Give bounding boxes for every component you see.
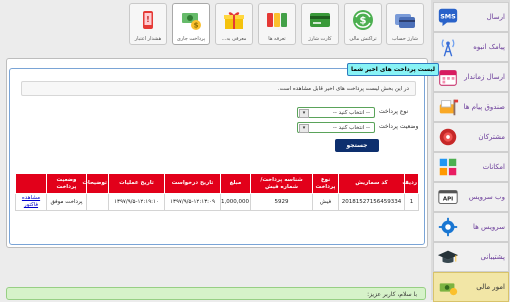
payment-type-select[interactable]: -- انتخاب کنید -- ▾: [297, 107, 375, 118]
toolbar-transactions-button[interactable]: $ تراکنش مالی: [344, 3, 382, 45]
sidebar-item-label: وب سرویس: [468, 193, 505, 201]
sidebar-item-label: پشتیبانی: [480, 253, 505, 261]
sidebar-item-features[interactable]: امکانات: [433, 152, 509, 182]
cell-operation-date: ۱۳۹۷/۹/۵-۱۲:۱۹:۱۰: [108, 193, 165, 211]
sidebar-item-web-service[interactable]: API وب سرویس: [433, 182, 509, 212]
cell-payment-type: فیش: [312, 193, 339, 211]
sidebar: SMS ارسال پیامک انبوه ارسال زماندار صندو…: [431, 0, 510, 302]
sidebar-item-inbox[interactable]: صندوق پیام ها: [433, 92, 509, 122]
sidebar-item-subscribers[interactable]: مشترکان: [433, 122, 509, 152]
sidebar-item-support[interactable]: پشتیبانی: [433, 242, 509, 272]
table-row: 1 20181527156459334 فیش 5929 1,000,000 ۱…: [15, 193, 419, 211]
toolbar-credit-alert-button[interactable]: ! هشدار اعتبار: [129, 3, 167, 45]
calendar-icon: [439, 70, 457, 86]
cell-request-date: ۱۳۹۷/۹/۵-۱۲:۱۳:۰۹: [164, 193, 221, 211]
col-header-amount: مبلغ: [220, 173, 251, 194]
sidebar-item-label: صندوق پیام ها: [463, 103, 505, 111]
gift-box-icon: [224, 12, 244, 29]
svg-text:API: API: [443, 197, 453, 203]
chevron-down-icon: ▾: [299, 124, 309, 133]
phone-alert-icon: !: [143, 11, 153, 29]
toolbar-button-label: کارت شارژ: [308, 36, 332, 42]
finance-icon: [439, 283, 458, 296]
sms-icon: SMS: [438, 8, 458, 27]
toolbar-charge-account-button[interactable]: شارژ حساب: [386, 3, 424, 45]
toolbar-button-label: شارژ حساب: [392, 36, 418, 42]
cell-row-number: 1: [404, 193, 419, 211]
welcome-message-text: با سلام، کاربر عزیز:: [367, 291, 417, 298]
sidebar-item-label: سرویس ها: [472, 223, 505, 231]
toolbar-current-payment-button[interactable]: $ پرداخت جاری: [172, 3, 210, 45]
graduation-cap-icon: [437, 250, 459, 263]
wallet-card-icon: [395, 14, 415, 28]
sidebar-item-label: امکانات: [482, 163, 505, 171]
sidebar-item-send[interactable]: SMS ارسال: [433, 2, 509, 32]
welcome-message-bar: با سلام، کاربر عزیز:: [6, 287, 426, 300]
view-invoice-link[interactable]: مشاهده فاکتور: [22, 195, 40, 208]
credit-card-icon: [310, 13, 330, 27]
col-header-row-number: ردیف: [402, 173, 419, 194]
toolbar-button-label: تراکنش مالی: [349, 36, 377, 42]
sidebar-item-label: پیامک انبوه: [473, 43, 505, 51]
svg-text:!: !: [146, 15, 150, 24]
toolbar-button-label: پرداخت جاری: [176, 36, 206, 42]
dollar-exchange-icon: $: [353, 10, 373, 30]
payment-type-value: -- انتخاب کنید --: [332, 110, 370, 116]
cell-payment-status: پرداخت موفق: [46, 193, 87, 211]
api-icon: API: [438, 190, 458, 204]
cell-actions: مشاهده فاکتور: [15, 193, 47, 211]
toolbar-button-label: معرفی به...: [221, 36, 247, 42]
mailbox-icon: [439, 99, 459, 116]
info-notice: در این بخش لیست پرداخت های اخیر قابل مشا…: [21, 81, 416, 96]
payment-status-select[interactable]: -- انتخاب کنید -- ▾: [297, 122, 375, 133]
sidebar-item-label: ارسال زماندار: [464, 73, 505, 81]
col-header-request-date: تاریخ درخواست: [164, 173, 221, 194]
toolbar-tariffs-button[interactable]: تعرفه ها: [258, 3, 296, 45]
svg-text:$: $: [360, 16, 367, 27]
col-header-operation-date: تاریخ عملیات: [108, 173, 165, 194]
col-header-description: توضیحات: [82, 173, 109, 194]
toolbar-refer-button[interactable]: معرفی به...: [215, 3, 253, 45]
toolbar-button-label: هشدار اعتبار: [134, 36, 162, 42]
sidebar-item-label: مشترکان: [478, 133, 505, 141]
col-header-actions: [15, 173, 47, 194]
toolbar-button-label: تعرفه ها: [268, 36, 286, 42]
toolbar: شارژ حساب $ تراکنش مالی کارت شارژ تعرفه …: [0, 0, 428, 48]
svg-text:$: $: [194, 22, 199, 30]
price-cards-icon: [267, 13, 287, 27]
features-puzzle-icon: [439, 158, 457, 176]
chevron-down-icon: ▾: [299, 109, 309, 118]
subscribers-icon: [439, 128, 457, 146]
money-coins-icon: $: [182, 13, 201, 30]
cell-amount: 1,000,000: [220, 193, 251, 211]
col-header-payment-type: نوع پرداخت: [312, 173, 339, 194]
notice-text: در این بخش لیست پرداخت های اخیر قابل مشا…: [277, 86, 409, 92]
payment-status-value: -- انتخاب کنید --: [332, 125, 370, 131]
sidebar-item-scheduled-send[interactable]: ارسال زماندار: [433, 62, 509, 92]
toolbar-charge-card-button[interactable]: کارت شارژ: [301, 3, 339, 45]
sidebar-item-services[interactable]: سرویس ها: [433, 212, 509, 242]
col-header-order-code: کد سماریش: [338, 173, 405, 194]
cell-order-code: 20181527156459334: [338, 193, 405, 211]
payment-status-label: وضعیت پرداخت: [379, 123, 419, 130]
sidebar-item-finance[interactable]: امور مالی: [433, 272, 509, 302]
broadcast-tower-icon: [441, 39, 455, 57]
recent-payments-panel: لیست پرداخت های اخیر شما در این بخش لیست…: [6, 58, 439, 248]
sidebar-item-label: امور مالی: [476, 283, 505, 291]
payment-type-label: نوع پرداخت: [379, 108, 409, 115]
panel-title: لیست پرداخت های اخیر شما: [347, 63, 439, 76]
svg-text:SMS: SMS: [440, 12, 456, 20]
table-header-row: ردیف کد سماریش نوع پرداخت شناسه پرداخت/ش…: [15, 173, 419, 194]
sidebar-item-label: ارسال: [486, 13, 505, 21]
payments-table: ردیف کد سماریش نوع پرداخت شناسه پرداخت/ش…: [15, 173, 419, 211]
services-gear-icon: [438, 217, 458, 237]
cell-description: [86, 193, 109, 211]
sidebar-item-bulk-sms[interactable]: پیامک انبوه: [433, 32, 509, 62]
cell-payment-id: 5929: [250, 193, 313, 211]
search-button[interactable]: جستجو: [335, 139, 379, 152]
col-header-payment-id: شناسه پرداخت/شماره فیش: [250, 173, 313, 194]
col-header-payment-status: وضعیت پرداخت: [46, 173, 87, 194]
